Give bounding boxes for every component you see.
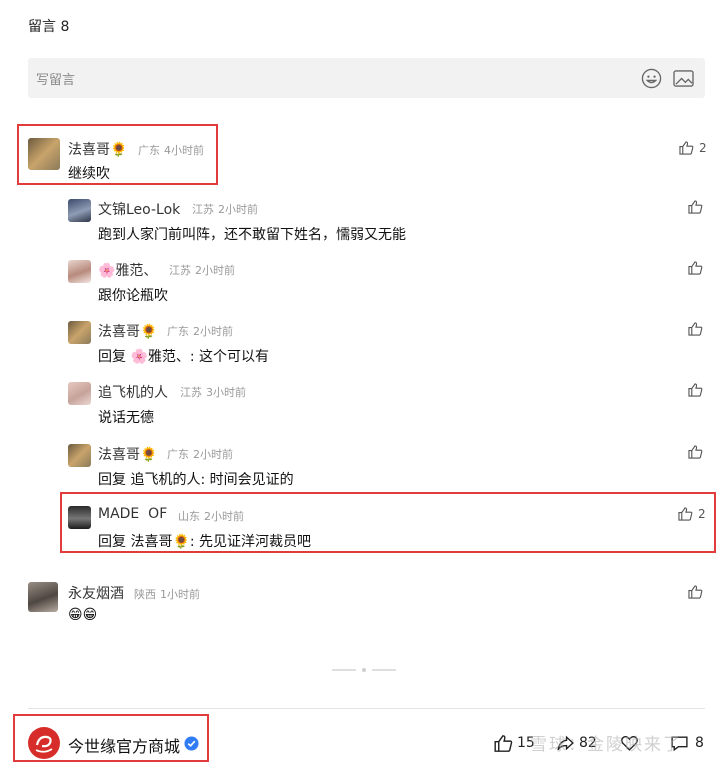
comment-location: 广东 — [167, 448, 189, 461]
like-button[interactable] — [688, 445, 708, 459]
like-button[interactable] — [688, 200, 708, 214]
highlight-box — [17, 124, 218, 185]
like-article-button[interactable]: 15 — [494, 732, 535, 754]
avatar[interactable] — [68, 199, 91, 222]
footer-divider — [28, 708, 705, 709]
thumb-up-icon — [679, 141, 694, 155]
comment-text: 回复 追飞机的人: 时间会见证的 — [98, 472, 294, 488]
comment-icon — [671, 735, 688, 751]
comment-author[interactable]: 🌸雅范、 — [98, 260, 157, 280]
like-count: 2 — [699, 141, 707, 155]
reply-comment: 🌸雅范、 江苏 2小时前 跟你论瓶吹 — [68, 260, 708, 305]
comment-time: 3小时前 — [206, 386, 246, 399]
comment-text: 😁😁 — [68, 607, 98, 623]
emoji-icon[interactable] — [641, 68, 662, 89]
highlight-box — [13, 714, 209, 762]
avatar[interactable] — [68, 321, 91, 344]
share-icon — [557, 735, 574, 750]
comment-button[interactable]: 8 — [670, 732, 704, 754]
highlight-box — [60, 492, 716, 553]
write-comment-box[interactable]: 写留言 — [28, 58, 705, 98]
share-count: 82 — [579, 735, 597, 751]
comment-time: 1小时前 — [160, 588, 200, 601]
comment-location: 江苏 — [169, 264, 191, 277]
reply-comment: 文锦Leo-Lok 江苏 2小时前 跑到人家门前叫阵，还不敢留下姓名，懦弱又无能 — [68, 199, 708, 244]
avatar[interactable] — [28, 582, 58, 612]
comment-count-label: 留言 8 — [28, 19, 70, 35]
comment-time: 2小时前 — [195, 264, 235, 277]
like-button[interactable] — [688, 383, 708, 397]
comment-text: 跟你论瓶吹 — [98, 288, 168, 304]
like-button[interactable] — [688, 585, 708, 599]
like-button[interactable]: 2 — [679, 141, 707, 155]
like-button[interactable] — [688, 322, 708, 336]
thumb-up-icon — [688, 445, 703, 459]
comment-text: 跑到人家门前叫阵，还不敢留下姓名，懦弱又无能 — [98, 227, 406, 243]
comment-time: 2小时前 — [193, 325, 233, 338]
comment: 永友烟酒 陕西 1小时前 😁😁 — [28, 582, 708, 632]
reply-comment: 法喜哥🌻 广东 2小时前 回复 追飞机的人: 时间会见证的 — [68, 444, 708, 489]
reply-comment: 追飞机的人 江苏 3小时前 说话无德 — [68, 382, 708, 427]
write-comment-placeholder: 写留言 — [36, 73, 76, 88]
article-like-count: 15 — [517, 735, 535, 751]
comment-meta: 陕西 1小时前 — [134, 586, 200, 602]
comment-location: 江苏 — [192, 203, 214, 216]
thumb-up-icon — [688, 585, 703, 599]
end-of-comments-indicator — [332, 668, 396, 672]
comment-text: 说话无德 — [98, 410, 154, 426]
comment-time: 2小时前 — [193, 448, 233, 461]
like-button[interactable] — [688, 261, 708, 275]
thumb-up-icon — [688, 383, 703, 397]
heart-icon — [621, 735, 638, 751]
image-icon[interactable] — [673, 69, 694, 88]
comment-author[interactable]: 法喜哥🌻 — [98, 444, 157, 464]
comment-author[interactable]: 文锦Leo-Lok — [98, 199, 180, 219]
comment-meta: 江苏 2小时前 — [192, 201, 258, 217]
share-button[interactable]: 82 — [556, 732, 597, 754]
favorite-button[interactable] — [620, 732, 639, 754]
thumb-up-icon — [688, 322, 703, 336]
comment-location: 江苏 — [180, 386, 202, 399]
thumb-up-icon — [688, 261, 703, 275]
avatar[interactable] — [68, 444, 91, 467]
comment-meta: 江苏 3小时前 — [180, 384, 246, 400]
comment-text: 回复 🌸雅范、: 这个可以有 — [98, 349, 270, 365]
comment-author[interactable]: 追飞机的人 — [98, 382, 168, 402]
comment-author[interactable]: 法喜哥🌻 — [98, 321, 157, 341]
comment-location: 陕西 — [134, 588, 156, 601]
comment-meta: 江苏 2小时前 — [169, 262, 235, 278]
comment-meta: 广东 2小时前 — [167, 446, 233, 462]
avatar[interactable] — [68, 382, 91, 405]
comment-author[interactable]: 永友烟酒 — [68, 583, 124, 603]
avatar[interactable] — [68, 260, 91, 283]
reply-comment: 法喜哥🌻 广东 2小时前 回复 🌸雅范、: 这个可以有 — [68, 321, 708, 366]
watermark: 雪球：金陵映来了 — [530, 735, 682, 755]
thumb-up-icon — [494, 734, 513, 752]
comment-location: 广东 — [167, 325, 189, 338]
comment-time: 2小时前 — [218, 203, 258, 216]
thumb-up-icon — [688, 200, 703, 214]
comment-meta: 广东 2小时前 — [167, 323, 233, 339]
comment-total-count: 8 — [695, 735, 704, 751]
